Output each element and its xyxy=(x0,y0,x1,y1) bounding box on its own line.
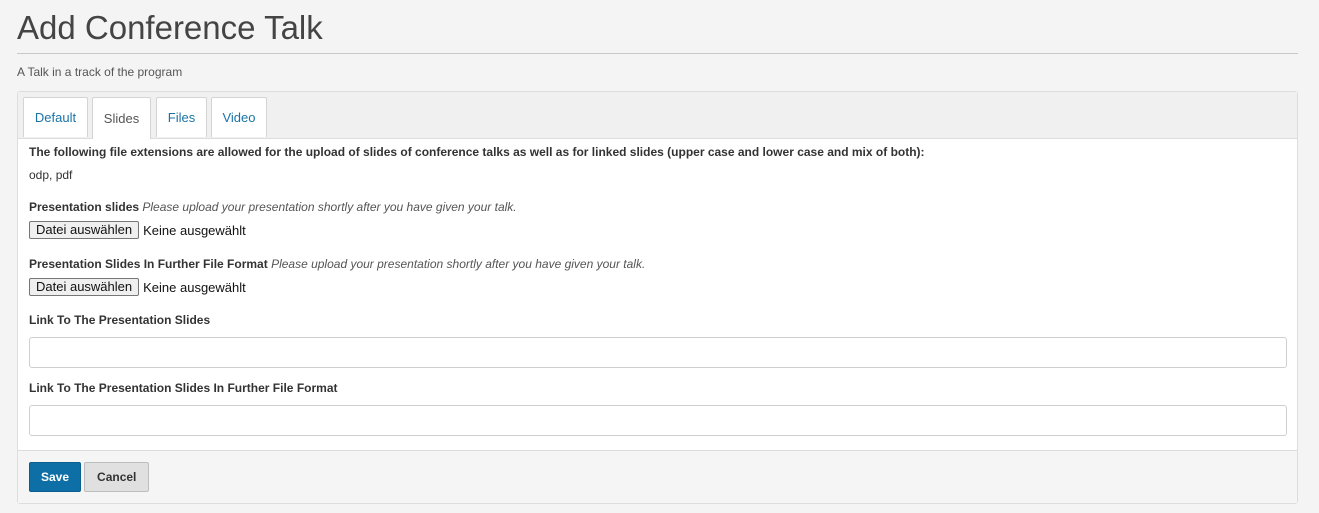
link-slides-group: Link To The Presentation Slides xyxy=(29,313,1287,368)
presentation-slides-further-label-row: Presentation Slides In Further File Form… xyxy=(29,257,1286,272)
page-description: A Talk in a track of the program xyxy=(17,65,183,79)
presentation-slides-choose-file-button[interactable]: Datei auswählen xyxy=(29,221,140,239)
page: Add Conference Talk A Talk in a track of… xyxy=(0,0,1319,504)
save-button[interactable]: Save xyxy=(29,462,82,492)
link-slides-further-group: Link To The Presentation Slides In Furth… xyxy=(29,381,1287,436)
tab-video[interactable]: Video xyxy=(211,97,267,137)
presentation-slides-further-file-input: Datei auswählen Keine ausgewählt xyxy=(29,278,1286,296)
tab-default[interactable]: Default xyxy=(23,97,88,137)
form-panel: Default Slides Files Video The following… xyxy=(17,91,1298,504)
presentation-slides-group: Presentation slides Please upload your p… xyxy=(29,200,1286,239)
form-actions: Save Cancel xyxy=(18,450,1297,503)
link-slides-label: Link To The Presentation Slides xyxy=(29,313,211,327)
presentation-slides-further-group: Presentation Slides In Further File Form… xyxy=(29,257,1286,296)
presentation-slides-label-row: Presentation slides Please upload your p… xyxy=(29,200,1286,215)
allowed-extensions-list: odp, pdf xyxy=(29,168,73,182)
cancel-button[interactable]: Cancel xyxy=(84,462,150,492)
presentation-slides-file-input: Datei auswählen Keine ausgewählt xyxy=(29,221,1286,239)
page-title: Add Conference Talk xyxy=(17,0,1298,54)
presentation-slides-further-help: Please upload your presentation shortly … xyxy=(271,257,646,271)
tab-bar: Default Slides Files Video xyxy=(18,92,1297,139)
presentation-slides-further-label: Presentation Slides In Further File Form… xyxy=(29,257,268,271)
presentation-slides-further-choose-file-button[interactable]: Datei auswählen xyxy=(29,278,140,296)
tab-files[interactable]: Files xyxy=(156,97,207,137)
link-slides-further-input[interactable] xyxy=(29,405,1287,436)
presentation-slides-help: Please upload your presentation shortly … xyxy=(142,200,517,214)
presentation-slides-further-file-status: Keine ausgewählt xyxy=(143,279,246,295)
link-slides-further-label: Link To The Presentation Slides In Furth… xyxy=(29,381,338,395)
tab-slides[interactable]: Slides xyxy=(92,97,151,139)
link-slides-input[interactable] xyxy=(29,337,1287,368)
slides-tab-content: The following file extensions are allowe… xyxy=(18,139,1297,450)
allowed-extensions-info: The following file extensions are allowe… xyxy=(29,145,925,159)
presentation-slides-label: Presentation slides xyxy=(29,200,140,214)
presentation-slides-file-status: Keine ausgewählt xyxy=(143,222,246,238)
